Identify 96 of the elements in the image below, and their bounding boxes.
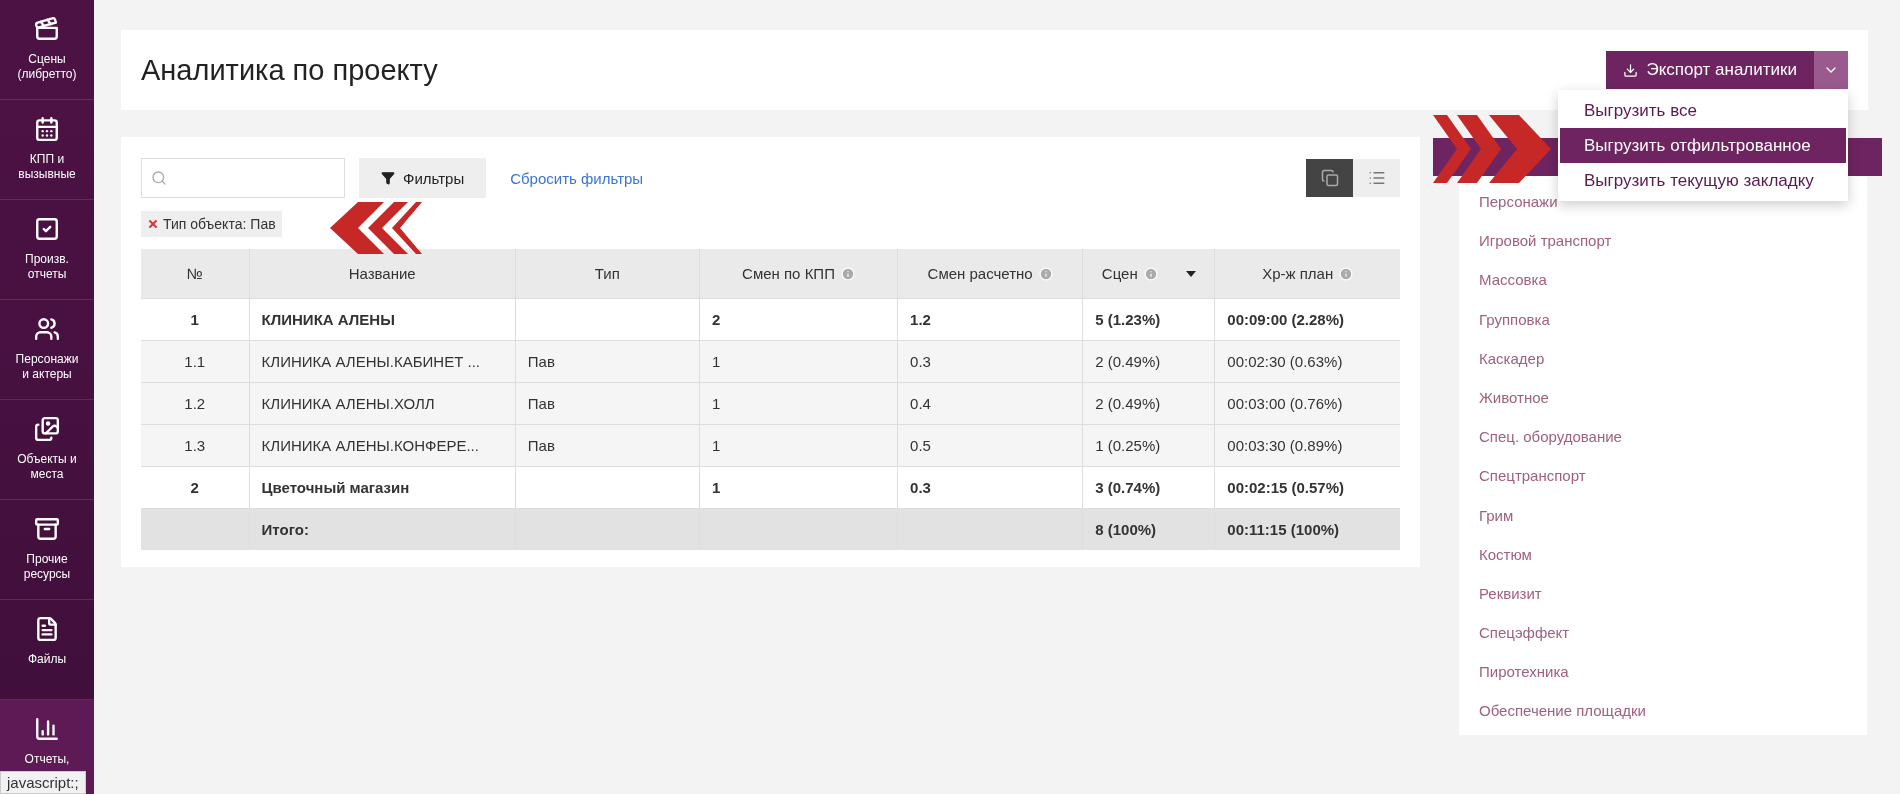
category-link[interactable]: Спецтранспорт (1459, 456, 1867, 496)
info-icon (1339, 266, 1354, 281)
column-header[interactable]: Тип (515, 249, 700, 299)
view-toggle[interactable] (1306, 159, 1353, 197)
table-cell: 1 (699, 340, 898, 383)
images-icon (34, 416, 60, 442)
table-cell: 00:02:15 (0.57%) (1214, 466, 1400, 509)
table-cell: 8 (100%) (1082, 508, 1215, 550)
clapperboard-icon (34, 16, 60, 42)
download-icon (1623, 62, 1639, 78)
column-header[interactable]: № (141, 249, 250, 299)
category-link[interactable]: Пиротехника (1459, 652, 1867, 692)
table-cell: 0.4 (897, 382, 1083, 425)
table-cell: КЛИНИКА АЛЕНЫ (249, 298, 516, 341)
search-icon (151, 170, 167, 186)
table-cell: 1 (141, 298, 250, 341)
export-dropdown-toggle[interactable] (1814, 51, 1848, 89)
reset-filters-link[interactable]: Сбросить фильтры (510, 169, 644, 187)
info-icon (1143, 266, 1158, 281)
table-cell: Итого: (249, 508, 516, 550)
category-link[interactable]: Обеспечение площадки (1459, 691, 1867, 731)
table-cell: 2 (0.49%) (1082, 340, 1215, 383)
table-cell: 00:09:00 (2.28%) (1214, 298, 1400, 341)
sidebar-item[interactable]: Произв. отчеты (0, 200, 94, 300)
table-cell: 2 (0.49%) (1082, 382, 1215, 425)
checkbox-icon (34, 216, 60, 242)
filters-button[interactable]: Фильтры (359, 158, 487, 198)
people-icon (34, 316, 60, 342)
table-cell: 00:11:15 (100%) (1214, 508, 1400, 550)
menu-item[interactable]: Выгрузить текущую закладку (1560, 163, 1846, 198)
table-cell: Пав (515, 340, 700, 383)
menu-item[interactable]: Выгрузить отфильтрованное (1560, 128, 1846, 163)
column-header[interactable]: Смен расчетно (897, 249, 1083, 299)
table-cell: 1 (699, 466, 898, 509)
filter-chip-label: Тип объекта: (163, 216, 247, 232)
document-icon (34, 616, 60, 642)
column-header[interactable]: Сцен (1082, 249, 1215, 299)
sort-caret-icon (1185, 270, 1196, 277)
info-icon (840, 266, 855, 281)
table-cell: 3 (0.74%) (1082, 466, 1215, 509)
category-link[interactable]: Животное (1459, 377, 1867, 418)
overlapping-squares-icon (1320, 169, 1339, 187)
table-cell: Пав (515, 382, 700, 425)
filter-icon (381, 171, 395, 185)
table-cell: КЛИНИКА АЛЕНЫ.КОНФЕРЕ... (249, 424, 516, 467)
search-field[interactable] (141, 158, 345, 198)
sidebar-item[interactable]: КПП и вызывные (0, 100, 94, 200)
table-cell: 5 (1.23%) (1082, 298, 1215, 341)
category-link[interactable]: Реквизит (1459, 573, 1867, 614)
table-cell: КЛИНИКА АЛЕНЫ.ХОЛЛ (249, 382, 516, 425)
table-cell: 2 (699, 298, 898, 341)
table-cell: 0.5 (897, 424, 1083, 467)
remove-icon (147, 218, 159, 230)
table-cell: Пав (515, 424, 700, 467)
column-header[interactable]: Смен по КПП (699, 249, 898, 299)
table-cell: 00:03:30 (0.89%) (1214, 424, 1400, 467)
category-link[interactable]: Костюм (1459, 534, 1867, 574)
category-link[interactable]: Групповка (1459, 299, 1867, 339)
status-tooltip: javascript:; (0, 771, 86, 794)
category-link[interactable]: Массовка (1459, 260, 1867, 300)
table-cell: 1.2 (897, 298, 1083, 341)
table-cell: 0.3 (897, 340, 1083, 383)
table-cell: 1.1 (141, 340, 250, 383)
column-header[interactable]: Название (249, 249, 516, 299)
view-toggle[interactable] (1353, 159, 1400, 197)
table-cell: 1.2 (141, 382, 250, 425)
calendar-icon (34, 116, 60, 142)
info-icon (1038, 266, 1053, 281)
sidebar-item[interactable]: Прочие ресурсы (0, 500, 94, 600)
bar-chart-icon (34, 716, 60, 742)
table-cell: 2 (141, 466, 250, 509)
table-cell: 1 (699, 382, 898, 425)
category-link[interactable]: Спецэффект (1459, 613, 1867, 653)
table-cell: Цветочный магазин (249, 466, 516, 509)
export-button[interactable]: Экспорт аналитики (1606, 51, 1814, 89)
table-cell: КЛИНИКА АЛЕНЫ.КАБИНЕТ ... (249, 340, 516, 383)
table-cell: 0.3 (897, 466, 1083, 509)
category-link[interactable]: Каскадер (1459, 338, 1867, 378)
table-cell: 1 (0.25%) (1082, 424, 1215, 467)
filter-chip-value: Пав (250, 216, 276, 232)
sidebar-item[interactable]: Сцены (либретто) (0, 0, 94, 100)
sidebar-item[interactable]: Объекты и места (0, 400, 94, 500)
table-cell: 00:02:30 (0.63%) (1214, 340, 1400, 383)
category-link[interactable]: Грим (1459, 495, 1867, 535)
filter-chip[interactable]: Тип объекта: Пав (141, 211, 282, 237)
category-link[interactable]: Игровой транспорт (1459, 221, 1867, 261)
column-header[interactable]: Хр-ж план (1214, 249, 1400, 299)
table-cell: 1.3 (141, 424, 250, 467)
category-link[interactable]: Спец. оборудование (1459, 417, 1867, 457)
page-title: Аналитика по проекту (141, 53, 438, 87)
sidebar-item[interactable]: Персонажи и актеры (0, 300, 94, 400)
table-cell: 00:03:00 (0.76%) (1214, 382, 1400, 425)
box-icon (34, 516, 60, 542)
table-cell: 1 (699, 424, 898, 467)
menu-item[interactable]: Выгрузить все (1560, 93, 1846, 128)
list-icon (1367, 169, 1386, 187)
